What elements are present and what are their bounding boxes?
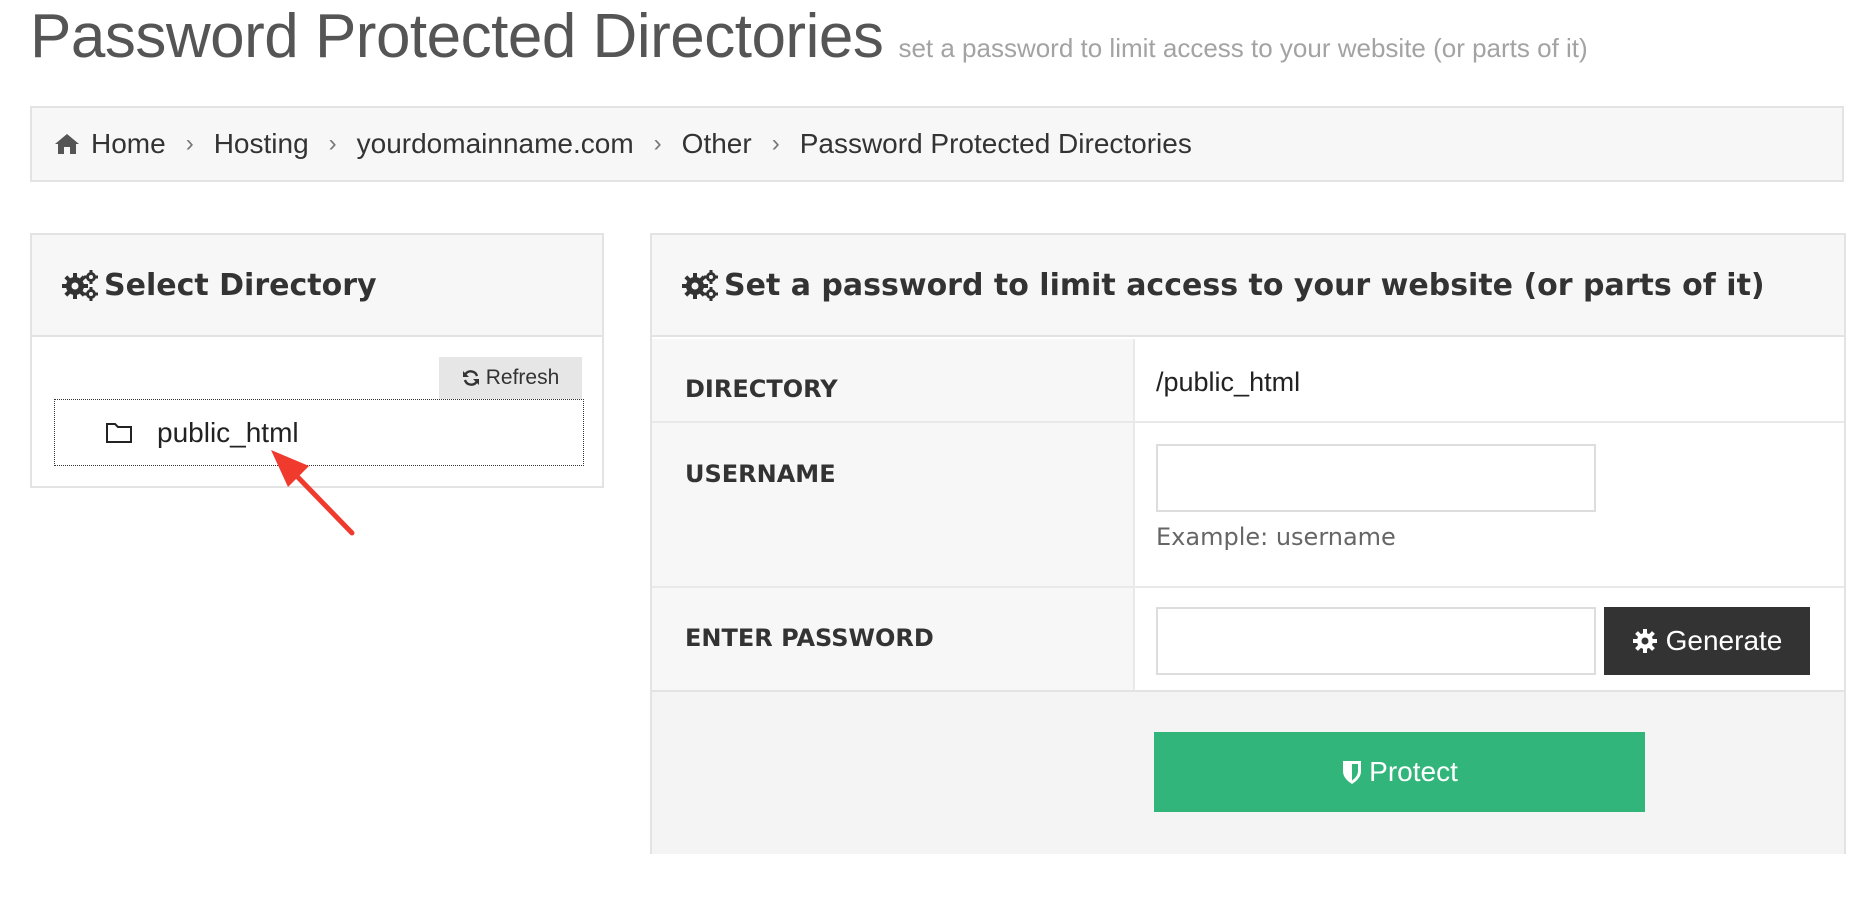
refresh-button[interactable]: Refresh xyxy=(439,357,582,399)
breadcrumb-item-domain[interactable]: yourdomainname.com xyxy=(357,128,634,160)
breadcrumb-item-hosting[interactable]: Hosting xyxy=(214,128,309,160)
breadcrumb-item-other[interactable]: Other xyxy=(682,128,752,160)
protect-button[interactable]: Protect xyxy=(1154,732,1645,812)
folder-icon xyxy=(106,422,132,443)
protect-label: Protect xyxy=(1369,756,1458,787)
chevron-right-icon: › xyxy=(185,130,194,157)
username-row: USERNAME Example: username xyxy=(652,423,1844,588)
password-row: ENTER PASSWORD Generate xyxy=(652,588,1844,692)
breadcrumb: Home › Hosting › yourdomainname.com › Ot… xyxy=(30,106,1844,182)
password-label: ENTER PASSWORD xyxy=(652,588,1135,690)
username-help-text: Example: username xyxy=(1156,523,1396,551)
refresh-icon xyxy=(462,370,479,386)
page-subtitle: set a password to limit access to your w… xyxy=(898,33,1588,63)
annotation-arrow xyxy=(271,450,355,536)
gears-icon xyxy=(682,270,718,301)
shield-icon xyxy=(1343,761,1362,784)
page-title: Password Protected Directories xyxy=(30,2,884,71)
panel-footer: Protect xyxy=(652,692,1844,854)
page-header: Password Protected Directories set a pas… xyxy=(30,0,1588,80)
chevron-right-icon: › xyxy=(771,130,780,157)
home-icon xyxy=(55,134,79,154)
password-form-panel: Set a password to limit access to your w… xyxy=(650,233,1846,854)
directory-value: /public_html xyxy=(1156,367,1301,397)
password-cell: Generate xyxy=(1135,588,1844,690)
directory-cell: /public_html xyxy=(1135,339,1844,421)
panel-heading: Set a password to limit access to your w… xyxy=(652,235,1844,337)
breadcrumb-item-home[interactable]: Home xyxy=(54,128,166,160)
gears-icon xyxy=(62,270,98,301)
directory-label: DIRECTORY xyxy=(652,339,1135,421)
gear-icon xyxy=(1632,629,1657,653)
refresh-label: Refresh xyxy=(485,366,560,389)
directory-row: DIRECTORY /public_html xyxy=(652,339,1844,423)
breadcrumb-item-current: Password Protected Directories xyxy=(799,128,1192,159)
username-input[interactable] xyxy=(1156,444,1596,512)
panel-title: Set a password to limit access to your w… xyxy=(724,267,1765,303)
username-label: USERNAME xyxy=(652,423,1135,586)
username-cell: Example: username xyxy=(1135,423,1844,586)
directory-name: public_html xyxy=(157,416,299,448)
generate-label: Generate xyxy=(1665,625,1783,656)
generate-button[interactable]: Generate xyxy=(1604,607,1810,675)
panel-title: Select Directory xyxy=(104,267,377,303)
password-input[interactable] xyxy=(1156,607,1596,675)
panel-heading: Select Directory xyxy=(32,235,602,337)
breadcrumb-label: Home xyxy=(91,128,166,159)
chevron-right-icon: › xyxy=(653,130,662,157)
chevron-right-icon: › xyxy=(328,130,337,157)
